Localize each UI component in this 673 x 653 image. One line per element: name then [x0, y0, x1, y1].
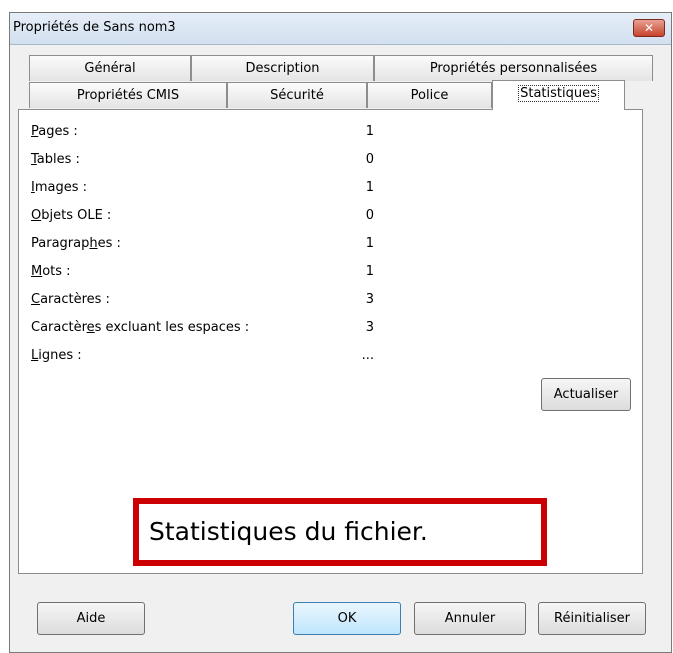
stat-label-lines: Lignes :	[31, 348, 82, 363]
stat-label-text: Pages :	[31, 124, 78, 139]
close-button[interactable]: ✕	[633, 19, 665, 37]
refresh-button[interactable]: Actualiser	[541, 378, 631, 411]
stat-label-text: Caractères excluant les espaces :	[31, 320, 250, 335]
tab-custom-properties[interactable]: Propriétés personnalisées	[374, 55, 653, 81]
stat-label-text: Objets OLE :	[31, 208, 112, 223]
tab-label: Description	[245, 61, 320, 76]
stat-label-text: Images :	[31, 180, 88, 195]
help-button-label: Aide	[76, 611, 106, 626]
stat-value-paragraphs: 1	[365, 236, 374, 251]
ok-button[interactable]: OK	[293, 602, 401, 635]
tab-label: Propriétés personnalisées	[429, 61, 598, 76]
stat-value-tables: 0	[365, 152, 374, 167]
reset-button-label: Réinitialiser	[554, 611, 630, 626]
stat-value-characters: 3	[365, 292, 374, 307]
ok-button-label: OK	[337, 611, 357, 626]
stat-label-images: Images :	[31, 180, 87, 195]
stat-value-pages: 1	[365, 124, 374, 139]
help-button[interactable]: Aide	[37, 602, 145, 635]
close-icon: ✕	[643, 21, 655, 35]
callout-annotation: Statistiques du fichier.	[133, 498, 547, 566]
stat-value-images: 1	[365, 180, 374, 195]
stat-label-text: Mots :	[31, 264, 71, 279]
tab-label: Sécurité	[270, 88, 324, 103]
window-title: Propriétés de Sans nom3	[13, 20, 176, 35]
tab-label: Police	[410, 88, 449, 103]
tab-label: Général	[84, 61, 136, 76]
cancel-button[interactable]: Annuler	[414, 602, 526, 635]
stat-label-text: Tables :	[31, 152, 80, 167]
stat-value-lines: ...	[361, 348, 374, 363]
tab-general[interactable]: Général	[29, 55, 191, 81]
cancel-button-label: Annuler	[444, 611, 496, 626]
stat-label-paragraphs: Paragraphes :	[31, 236, 121, 251]
tab-label: Statistiques	[518, 85, 599, 102]
stat-value-words: 1	[365, 264, 374, 279]
tab-label: Propriétés CMIS	[76, 88, 180, 103]
stat-label-pages: Pages :	[31, 124, 78, 139]
stat-label-ole-objects: Objets OLE :	[31, 208, 111, 223]
stat-label-words: Mots :	[31, 264, 71, 279]
tab-font[interactable]: Police	[367, 82, 492, 108]
stat-label-tables: Tables :	[31, 152, 80, 167]
stat-label-text: Paragraphes :	[31, 236, 121, 251]
tab-description[interactable]: Description	[191, 55, 374, 81]
stat-label-text: Caractères :	[31, 292, 110, 307]
stat-label-characters: Caractères :	[31, 292, 110, 307]
reset-button[interactable]: Réinitialiser	[538, 602, 646, 635]
tab-cmis-properties[interactable]: Propriétés CMIS	[29, 82, 227, 108]
title-bar[interactable]: Propriétés de Sans nom3 ✕	[10, 13, 671, 45]
tab-statistics[interactable]: Statistiques	[492, 80, 625, 110]
tab-security[interactable]: Sécurité	[227, 82, 367, 108]
stat-label-characters-no-spaces: Caractères excluant les espaces :	[31, 320, 249, 335]
stat-label-text: Lignes :	[31, 348, 82, 363]
refresh-button-label: Actualiser	[553, 387, 619, 402]
stat-value-ole-objects: 0	[365, 208, 374, 223]
stat-value-characters-no-spaces: 3	[365, 320, 374, 335]
